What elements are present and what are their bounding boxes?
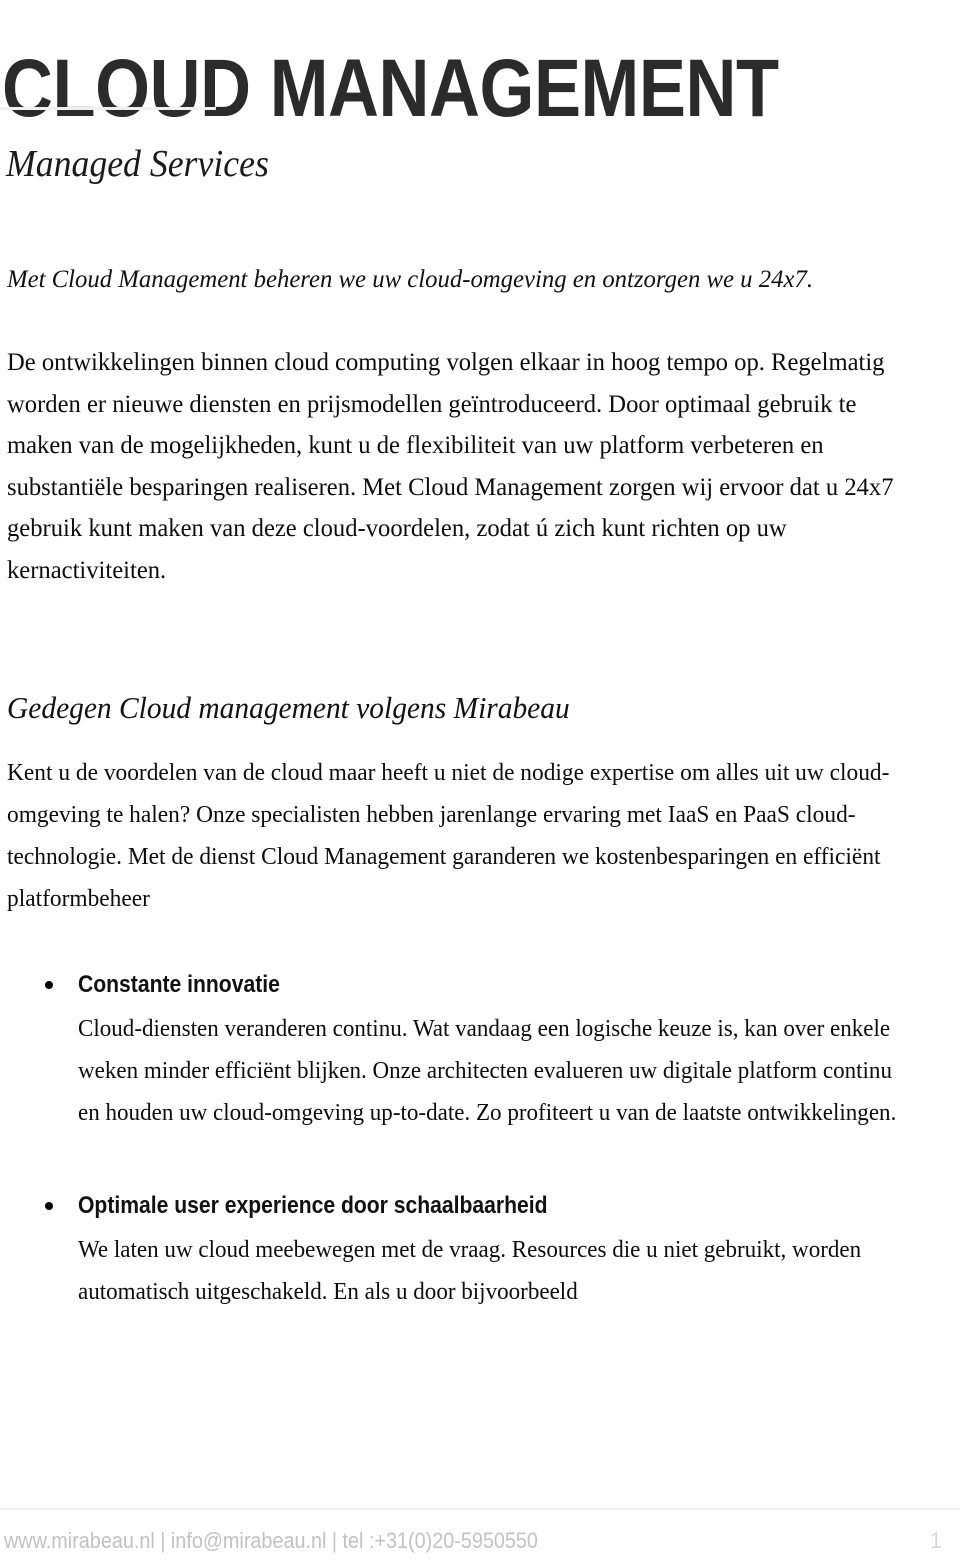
footer-page-number: 1 [929,1528,942,1553]
document-body: Met Cloud Management beheren we uw cloud… [7,258,949,1313]
section-paragraph: Kent u de voordelen van de cloud maar he… [7,760,890,912]
page-subtitle: Managed Services [6,143,269,185]
section-heading: Gedegen Cloud management volgens Mirabea… [7,690,570,725]
title-divider [0,107,216,110]
page-title: CLOUD MANAGEMENT [2,42,779,134]
list-item-body: We laten uw cloud meebewegen met de vraa… [78,1237,862,1305]
intro-paragraph: De ontwikkelingen binnen cloud computing… [7,347,894,584]
list-item: Optimale user experience door schaalbaar… [7,1189,949,1313]
footer-divider [0,1508,960,1510]
document-page: CLOUD MANAGEMENT Managed Services Met Cl… [0,0,960,1563]
bullet-dot-icon [45,1202,53,1210]
list-item-heading: Optimale user experience door schaalbaar… [78,1192,548,1219]
page-footer: www.mirabeau.nl | info@mirabeau.nl | tel… [0,1519,960,1563]
list-item-body: Cloud-diensten veranderen continu. Wat v… [78,1016,897,1126]
list-item: Constante innovatie Cloud-diensten veran… [7,968,949,1134]
footer-contact-info: www.mirabeau.nl | info@mirabeau.nl | tel… [4,1528,538,1553]
lead-paragraph: Met Cloud Management beheren we uw cloud… [7,264,814,293]
feature-list: Constante innovatie Cloud-diensten veran… [7,968,949,1313]
list-item-heading: Constante innovatie [78,971,280,998]
bullet-dot-icon [45,981,53,989]
